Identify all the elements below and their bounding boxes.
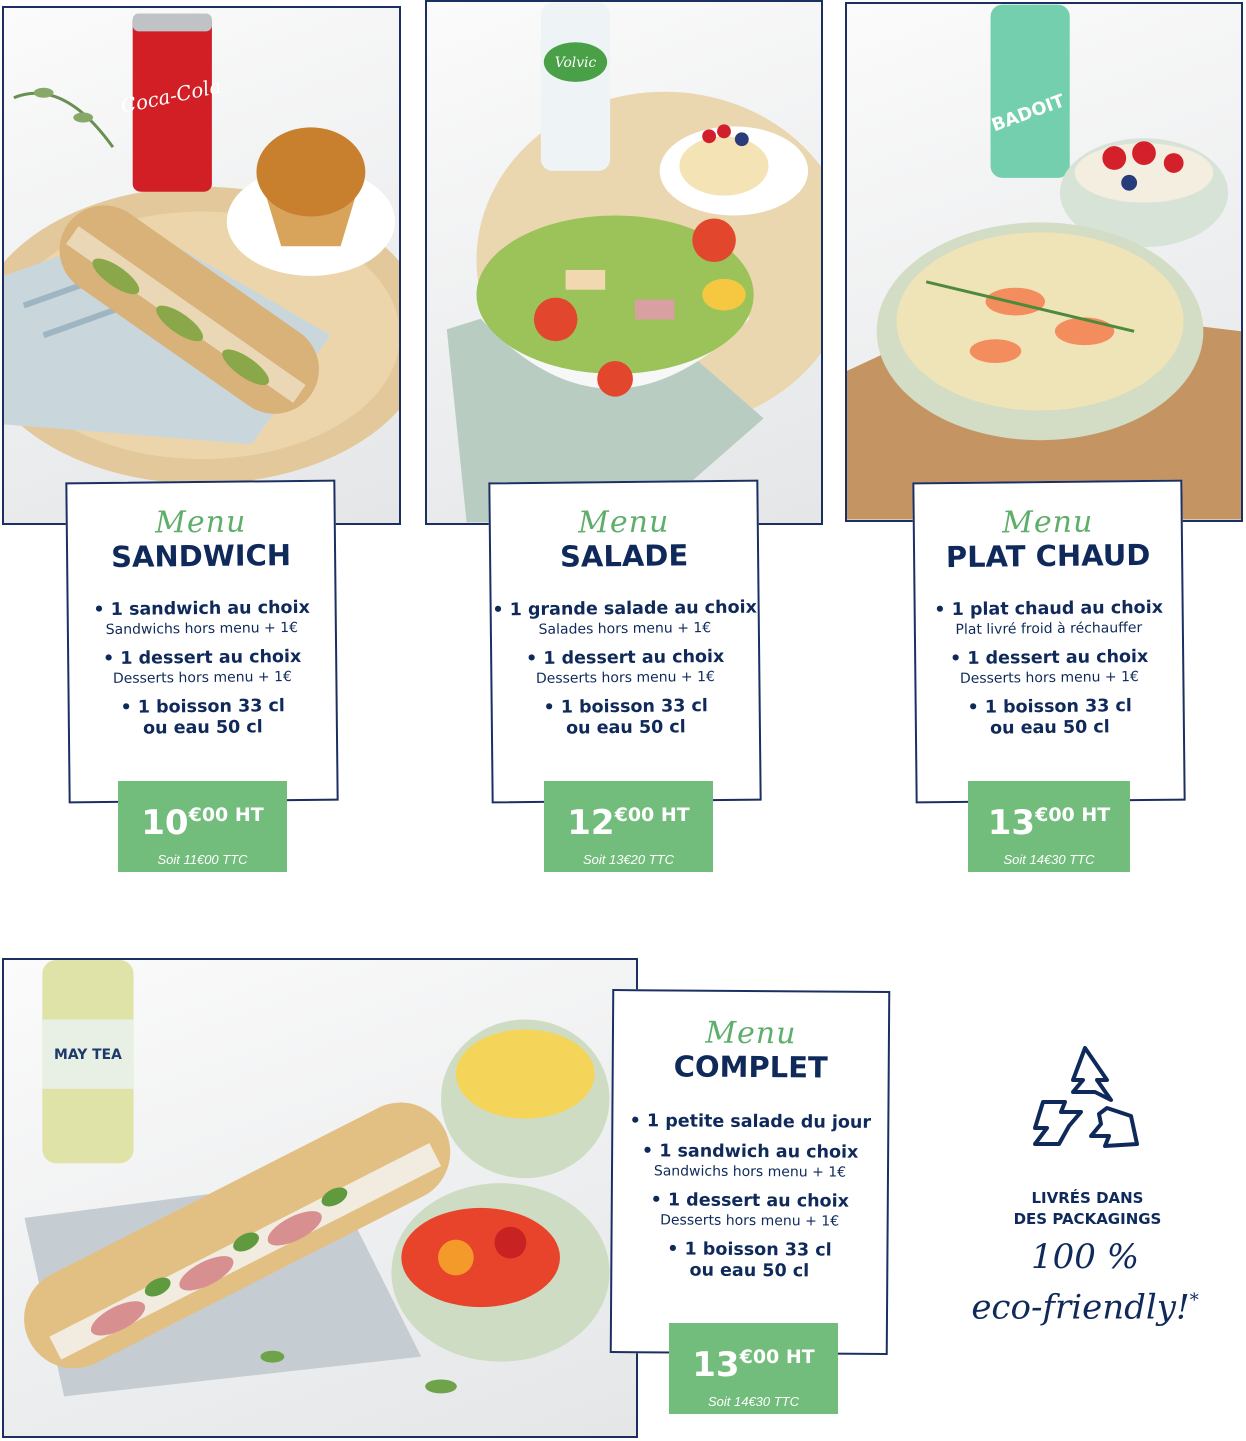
- menu-item-sub: Desserts hors menu + 1€: [959, 669, 1139, 687]
- price-tag-sandwich: 10€00 HT Soit 11€00 TTC: [118, 781, 287, 872]
- menu-item-sub: Plat livré froid à réchauffer: [955, 620, 1143, 638]
- menu-item-sub: Desserts hors menu + 1€: [535, 669, 715, 687]
- sandwich-illustration: Coca-Cola: [4, 13, 399, 484]
- menu-title: COMPLET: [673, 1049, 828, 1085]
- menu-item-main: • 1 boisson 33 cl: [667, 1239, 832, 1261]
- eco-script-line2: eco-friendly!: [971, 1287, 1190, 1328]
- menu-title: PLAT CHAUD: [945, 537, 1151, 575]
- menu-item-main: • 1 boisson 33 cl: [967, 696, 1132, 718]
- photo-plat-chaud-menu: BADOIT: [845, 2, 1243, 522]
- eco-asterisk: *: [1189, 1290, 1199, 1311]
- price-ttc: Soit 13€20 TTC: [582, 852, 675, 867]
- menu-script-label: Menu: [705, 1015, 797, 1052]
- menu-item-main: • 1 dessert au choix: [102, 646, 302, 670]
- price-integer: 13: [692, 1345, 740, 1385]
- menu-item-sub: Salades hors menu + 1€: [538, 620, 712, 638]
- salade-illustration: Volvic: [446, 2, 821, 523]
- price-ttc: Soit 14€30 TTC: [1003, 852, 1095, 867]
- complet-illustration: MAY TEA: [24, 960, 610, 1397]
- price-integer: 10: [141, 803, 189, 843]
- price-tag-complet: 13€00 HT Soit 14€30 TTC: [669, 1323, 838, 1414]
- menu-title: SALADE: [559, 538, 689, 574]
- menu-item-main-line2: ou eau 50 cl: [689, 1260, 810, 1282]
- svg-text:MAY TEA: MAY TEA: [54, 1047, 122, 1063]
- menu-item-main: • 1 dessert au choix: [949, 646, 1149, 670]
- volvic-bottle: [540, 2, 611, 171]
- eco-script: 100 % eco-friendly!*: [950, 1235, 1220, 1329]
- menu-item-main: • 1 petite salade du jour: [629, 1111, 872, 1133]
- price-cents: €00 HT: [188, 804, 264, 826]
- price-ttc: Soit 14€30 TTC: [707, 1394, 800, 1409]
- menu-item-sub: Desserts hors menu + 1€: [112, 669, 292, 687]
- menu-item-main: • 1 sandwich au choix: [93, 597, 310, 621]
- menu-card-complet: Menu COMPLET • 1 petite salade du jour •…: [609, 989, 891, 1355]
- eco-line1: LIVRÉS DANS: [1031, 1189, 1144, 1207]
- price-tag-salade: 12€00 HT Soit 13€20 TTC: [544, 781, 713, 872]
- price-integer: 13: [987, 803, 1036, 843]
- price-integer: 12: [567, 803, 615, 843]
- menu-item-main: • 1 boisson 33 cl: [543, 696, 708, 718]
- photo-complet-menu: MAY TEA: [2, 958, 638, 1438]
- menu-item-main: • 1 boisson 33 cl: [120, 696, 285, 718]
- menu-card-salade: Menu SALADE • 1 grande salade au choix S…: [488, 479, 762, 804]
- menu-script-label: Menu: [578, 504, 670, 541]
- menu-item-sub: Sandwichs hors menu + 1€: [653, 1163, 847, 1181]
- menu-item-main-line2: ou eau 50 cl: [142, 717, 263, 739]
- price-cents: €00 HT: [614, 804, 690, 826]
- photo-sandwich-menu: Coca-Cola: [2, 6, 401, 525]
- menu-item-main: • 1 plat chaud au choix: [934, 597, 1164, 621]
- svg-text:Volvic: Volvic: [555, 55, 597, 71]
- price-tag-plat-chaud: 13€00 HT Soit 14€30 TTC: [968, 781, 1130, 872]
- plat-chaud-illustration: BADOIT: [847, 4, 1241, 520]
- menu-item-main: • 1 sandwich au choix: [641, 1141, 859, 1163]
- price-cents: €00 HT: [1035, 804, 1111, 826]
- eco-line2: DES PACKAGINGS: [1013, 1210, 1162, 1228]
- menu-script-label: Menu: [155, 504, 247, 541]
- menu-card-plat-chaud: Menu PLAT CHAUD • 1 plat chaud au choix …: [912, 479, 1186, 804]
- menu-title: SANDWICH: [110, 538, 292, 574]
- menu-item-main-line2: ou eau 50 cl: [989, 717, 1110, 739]
- menu-item-sub: Sandwichs hors menu + 1€: [105, 619, 299, 639]
- recycle-icon: [1025, 1040, 1145, 1160]
- price-ttc: Soit 11€00 TTC: [157, 852, 248, 867]
- menu-item-sub: Desserts hors menu + 1€: [660, 1212, 840, 1230]
- eco-caption: LIVRÉS DANS DES PACKAGINGS: [975, 1188, 1200, 1230]
- photo-salade-menu: Volvic: [425, 0, 823, 525]
- menu-item-main-line2: ou eau 50 cl: [565, 717, 686, 739]
- menu-item-main: • 1 grande salade au choix: [492, 597, 757, 621]
- menu-item-main: • 1 dessert au choix: [525, 646, 725, 670]
- menu-card-sandwich: Menu SANDWICH • 1 sandwich au choix Sand…: [65, 479, 339, 804]
- menu-script-label: Menu: [1002, 504, 1094, 541]
- price-cents: €00 HT: [739, 1346, 815, 1368]
- eco-script-line1: 100 %: [1030, 1237, 1139, 1277]
- menu-item-main: • 1 dessert au choix: [650, 1190, 849, 1212]
